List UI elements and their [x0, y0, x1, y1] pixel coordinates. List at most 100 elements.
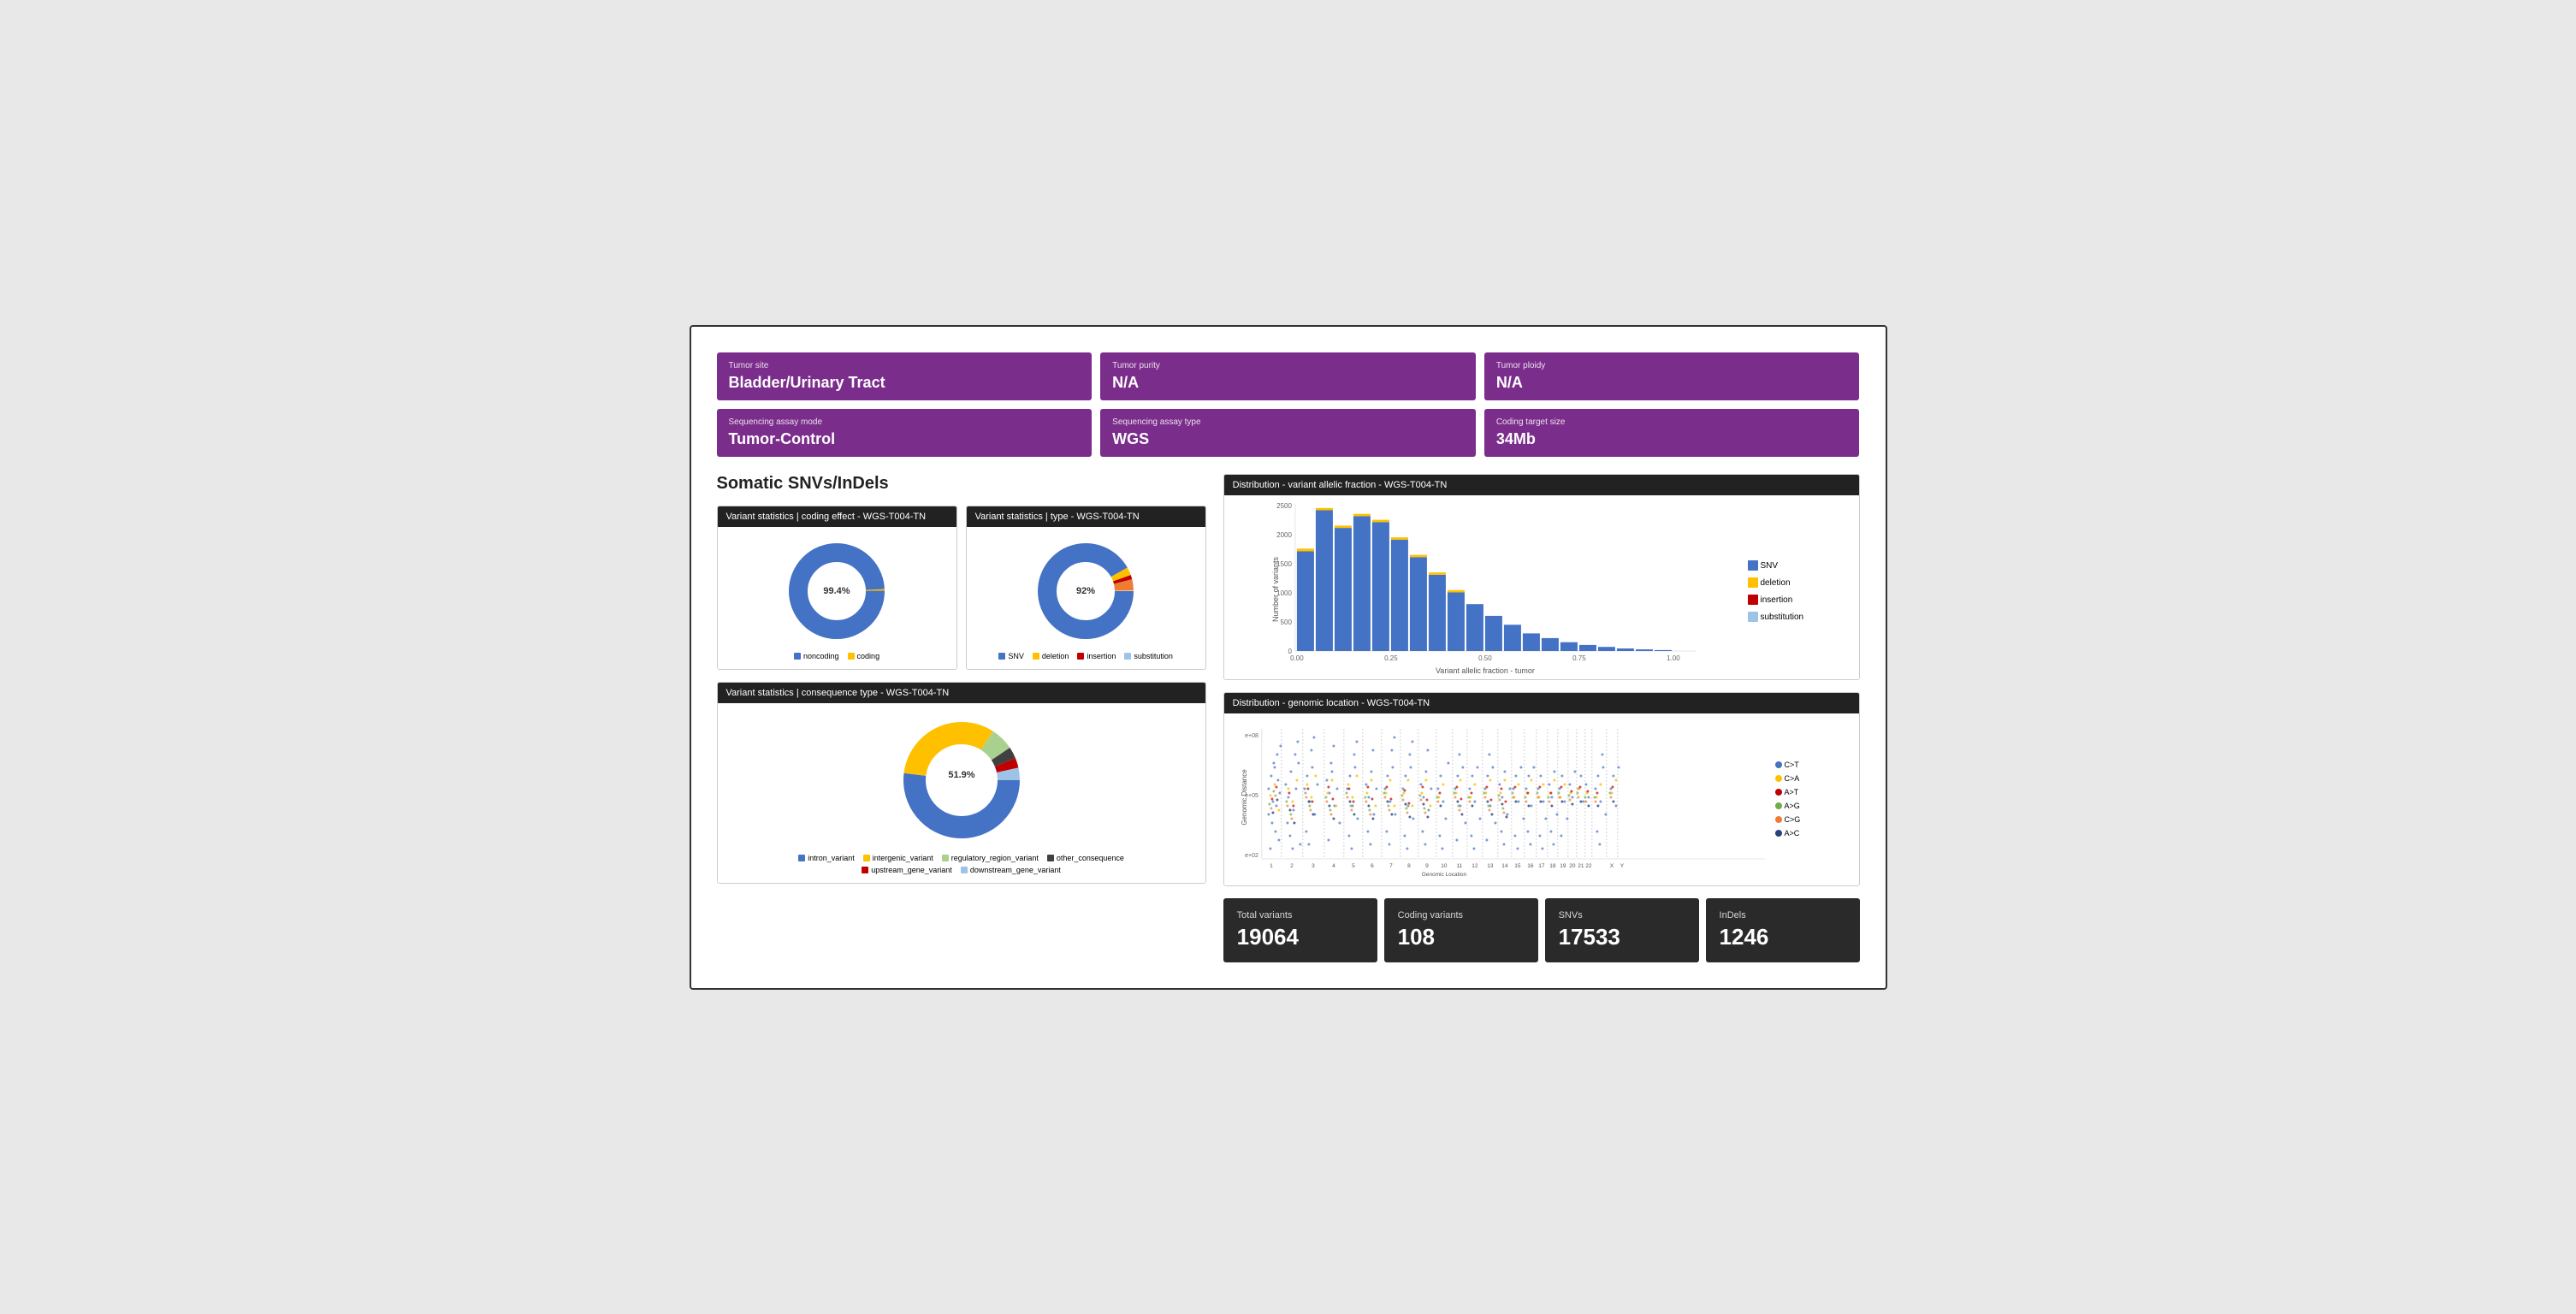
regulatory-dot: [942, 855, 949, 861]
deletion-label: deletion: [1042, 652, 1069, 660]
donut-row: Variant statistics | coding effect - WGS…: [717, 506, 1206, 682]
scatter-panel: Distribution - genomic location - WGS-T0…: [1223, 692, 1860, 886]
legend-snv: SNV: [998, 652, 1024, 660]
svg-text:16: 16: [1527, 863, 1534, 869]
donut1-svg: 99.4%: [781, 536, 892, 647]
tumor-site-value: Bladder/Urinary Tract: [729, 374, 1081, 392]
svg-text:8: 8: [1407, 863, 1411, 869]
chart-type: Variant statistics | type - WGS-T004-TN …: [966, 506, 1206, 670]
coding-label: coding: [857, 652, 880, 660]
svg-text:11: 11: [1456, 863, 1462, 869]
svg-text:51.9%: 51.9%: [948, 770, 974, 780]
svg-text:Genomic Location: Genomic Location: [1421, 872, 1466, 878]
svg-text:Y: Y: [1620, 863, 1624, 869]
legend-regulatory: regulatory_region_variant: [942, 854, 1039, 862]
cg-label: C>G: [1785, 815, 1801, 824]
legend-substitution: substitution: [1124, 652, 1173, 660]
legend-coding: coding: [848, 652, 880, 660]
legend-insertion: insertion: [1077, 652, 1116, 660]
scatter-legend: C>T C>A A>T: [1775, 720, 1852, 879]
chart2-header: Variant statistics | type - WGS-T004-TN: [967, 506, 1205, 527]
svg-text:500: 500: [1280, 619, 1292, 626]
ca-dot: [1775, 775, 1782, 782]
hist-header: Distribution - variant allelic fraction …: [1224, 475, 1859, 495]
stat-coding-label: Coding variants: [1398, 910, 1525, 920]
svg-text:2000: 2000: [1276, 531, 1292, 539]
snv-dot: [998, 653, 1005, 660]
hist-ins-legend: insertion: [1748, 595, 1851, 605]
svg-text:14: 14: [1501, 863, 1508, 869]
svg-text:0.75: 0.75: [1572, 654, 1586, 662]
svg-text:13: 13: [1487, 863, 1494, 869]
svg-text:21: 21: [1578, 863, 1584, 869]
intron-label: intron_variant: [808, 854, 855, 862]
hist-body: Number of variants 0 500 1000 1500 2000 …: [1224, 495, 1859, 679]
stat-total-label: Total variants: [1237, 910, 1364, 920]
coding-dot: [848, 653, 855, 660]
svg-text:1500: 1500: [1276, 560, 1292, 568]
stats-bar: Total variants 19064 Coding variants 108…: [1223, 898, 1860, 962]
main-two-col: Somatic SNVs/InDels Variant statistics |…: [717, 474, 1860, 962]
chart3-header: Variant statistics | consequence type - …: [718, 683, 1205, 703]
donut3-svg: 51.9%: [893, 712, 1030, 849]
svg-text:2500: 2500: [1276, 502, 1292, 510]
svg-text:1: 1: [1270, 863, 1273, 869]
donut1-legend: noncoding coding: [794, 652, 879, 660]
chart1-body: 99.4% noncoding coding: [718, 527, 956, 669]
svg-text:0.00: 0.00: [1290, 654, 1304, 662]
regulatory-label: regulatory_region_variant: [951, 854, 1039, 862]
downstream-label: downstream_gene_variant: [970, 866, 1061, 874]
sc-ac-legend: A>C: [1775, 829, 1852, 838]
chart3-body: 51.9% intron_variant intergenic_variant: [718, 703, 1205, 883]
svg-text:5: 5: [1352, 863, 1355, 869]
svg-text:e+05: e+05: [1245, 793, 1258, 799]
hist-del-label: deletion: [1761, 578, 1791, 588]
svg-text:22: 22: [1585, 863, 1592, 869]
stat-indels-value: 1246: [1720, 924, 1846, 950]
tumor-purity-label: Tumor purity: [1112, 361, 1464, 370]
upstream-label: upstream_gene_variant: [871, 866, 952, 874]
ag-label: A>G: [1785, 802, 1800, 810]
scatter-header: Distribution - genomic location - WGS-T0…: [1224, 693, 1859, 713]
hist-sub-dot: [1748, 612, 1758, 622]
hist-legend: SNV deletion insertion: [1748, 504, 1851, 679]
other-dot: [1047, 855, 1054, 861]
stat-coding-value: 108: [1398, 924, 1525, 950]
intergenic-dot: [863, 855, 870, 861]
noncoding-dot: [794, 653, 801, 660]
donut3-legend: intron_variant intergenic_variant regula…: [791, 854, 1133, 874]
ag-dot: [1775, 802, 1782, 809]
hist-left: Number of variants 0 500 1000 1500 2000 …: [1233, 504, 1731, 679]
insertion-dot: [1077, 653, 1084, 660]
legend-downstream: downstream_gene_variant: [961, 866, 1061, 874]
svg-text:15: 15: [1514, 863, 1521, 869]
ca-label: C>A: [1785, 774, 1800, 783]
svg-text:4: 4: [1332, 863, 1335, 869]
ct-dot: [1775, 761, 1782, 768]
svg-text:9: 9: [1425, 863, 1429, 869]
scatter-svg: Genomic Distance e+02 e+05 e+08: [1231, 720, 1768, 874]
hist-snv-legend: SNV: [1748, 560, 1851, 571]
hist-ins-dot: [1748, 595, 1758, 605]
coding-target-card: Coding target size 34Mb: [1484, 409, 1860, 457]
hist-ins-label: insertion: [1761, 595, 1793, 605]
tumor-site-card: Tumor site Bladder/Urinary Tract: [717, 352, 1093, 400]
svg-text:20: 20: [1569, 863, 1576, 869]
main-container: Tumor site Bladder/Urinary Tract Tumor p…: [690, 325, 1887, 990]
hist-del-dot: [1748, 577, 1758, 588]
seq-mode-label: Sequencing assay mode: [729, 417, 1081, 427]
svg-text:6: 6: [1371, 863, 1374, 869]
svg-text:92%: 92%: [1076, 586, 1095, 596]
downstream-dot: [961, 867, 968, 873]
other-label: other_consequence: [1057, 854, 1124, 862]
donut2-svg: 92%: [1030, 536, 1141, 647]
ac-label: A>C: [1785, 829, 1800, 838]
seq-type-card: Sequencing assay type WGS: [1100, 409, 1476, 457]
hist-sub-label: substitution: [1761, 613, 1804, 622]
seq-type-label: Sequencing assay type: [1112, 417, 1464, 427]
tumor-ploidy-value: N/A: [1496, 374, 1848, 392]
svg-text:0.50: 0.50: [1478, 654, 1492, 662]
svg-text:17: 17: [1538, 863, 1545, 869]
donut3-container: 51.9% intron_variant intergenic_variant: [726, 712, 1197, 874]
legend-upstream: upstream_gene_variant: [862, 866, 952, 874]
